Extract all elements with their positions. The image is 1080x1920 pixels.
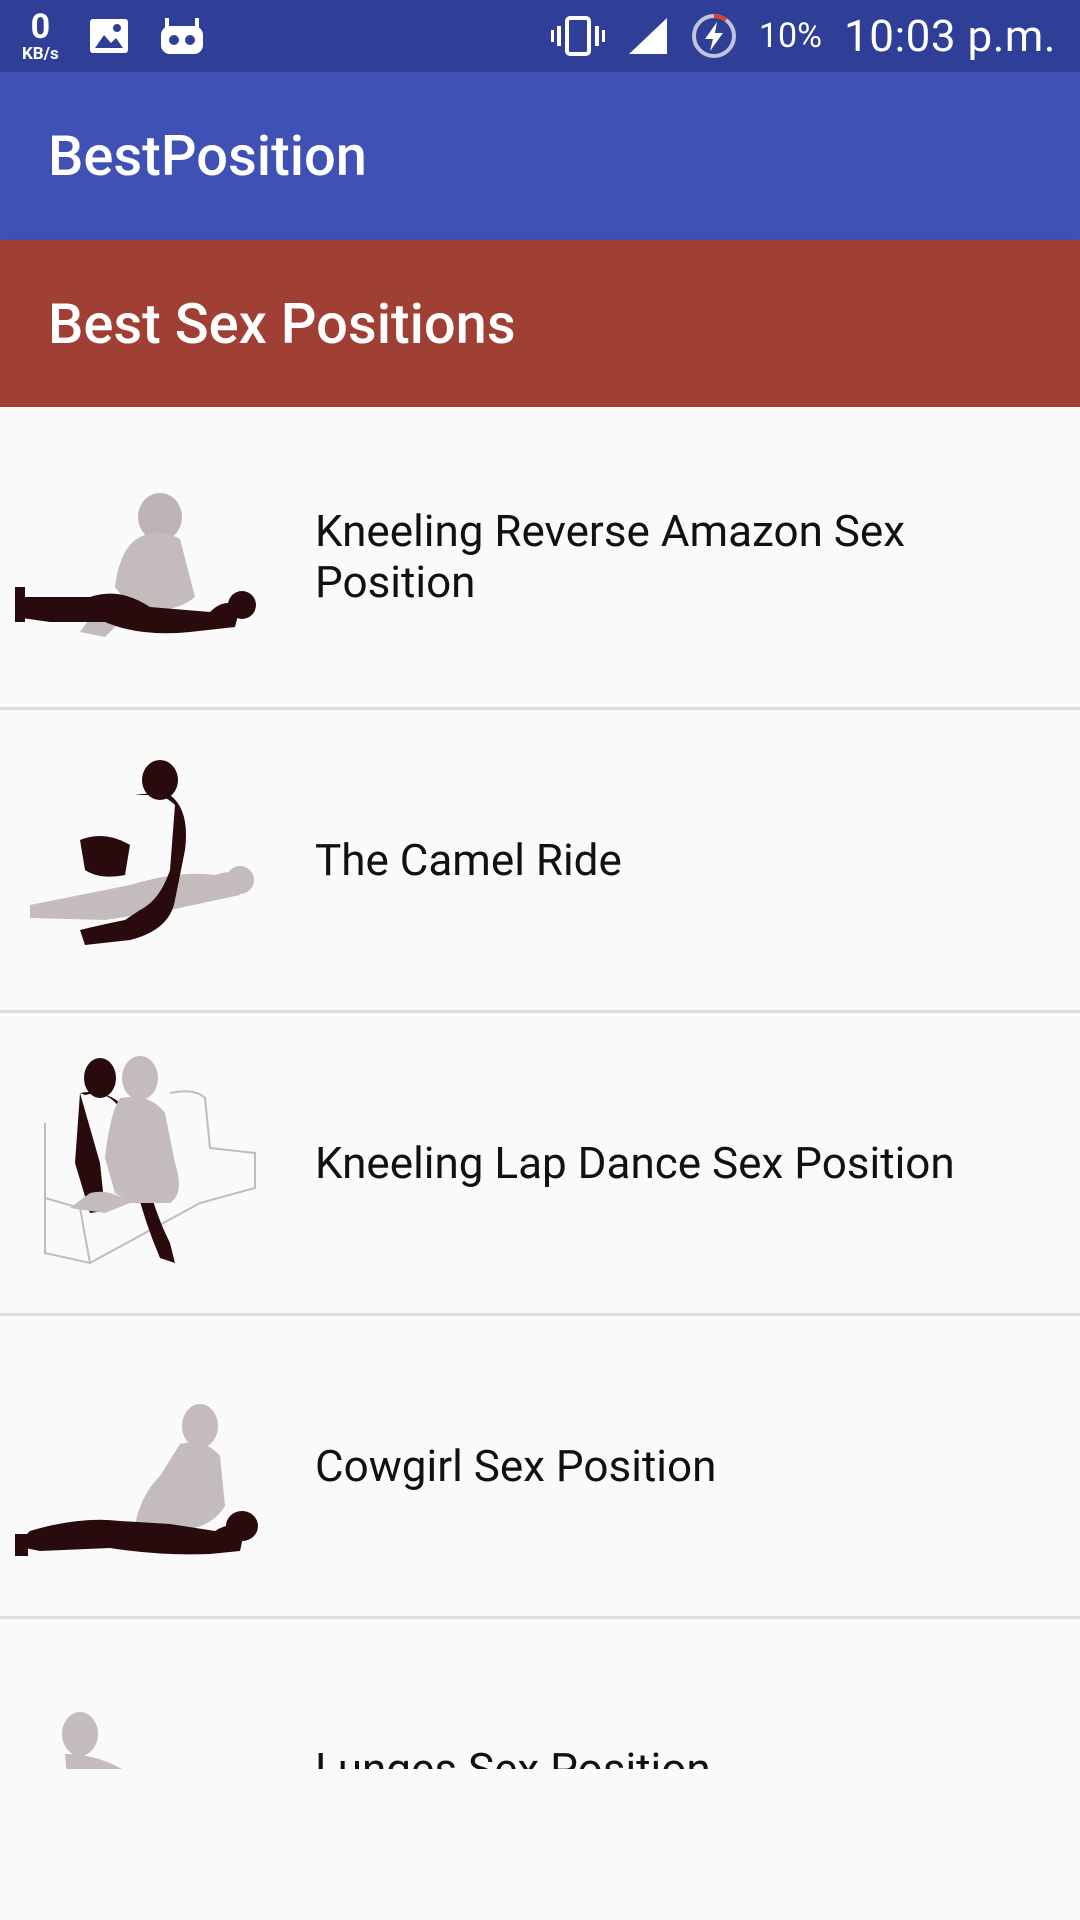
status-right-icons: 10% 10:03 p.m. [550,0,1056,72]
status-bar: 0 KB/s 10% 10:03 p.m. [0,0,1080,72]
battery-percent: 10% [758,16,823,56]
image-icon [89,19,128,53]
robot-icon [160,18,203,54]
battery-charging-icon [691,14,736,58]
app-title: BestPosition [48,123,367,189]
list-item[interactable]: Cowgirl Sex Position [0,1316,1080,1619]
position-illustration [15,493,256,637]
list-item-label: Kneeling Reverse Amazon Sex Position [315,505,906,608]
status-clock: 10:03 p.m. [844,10,1056,62]
list-item[interactable]: Kneeling Lap Dance Sex Position [0,1013,1080,1316]
network-speed: 0 KB/s [22,10,59,63]
signal-icon [628,18,667,54]
list-item[interactable]: Lunges Sex Position [0,1619,1080,1769]
positions-list[interactable]: Kneeling Reverse Amazon Sex Position The… [0,407,1080,1769]
list-item-label: Kneeling Lap Dance Sex Position [315,1136,955,1189]
position-illustration [62,1712,122,1769]
vibrate-icon [550,16,605,56]
app-bar: BestPosition [0,72,1080,240]
position-illustration [44,1056,256,1265]
list-item[interactable]: Kneeling Reverse Amazon Sex Position [0,407,1080,710]
position-illustration [15,1404,258,1556]
network-speed-value: 0 [30,6,51,47]
section-title: Best Sex Positions [48,291,516,357]
bottom-empty-area [0,1769,1080,1920]
status-left-icons: 0 KB/s [22,8,205,64]
list-item-label: Lunges Sex Position [315,1742,711,1769]
list-item-label: Cowgirl Sex Position [315,1439,717,1492]
position-illustration [30,760,254,945]
section-header: Best Sex Positions [0,240,1080,407]
list-item[interactable]: The Camel Ride [0,710,1080,1013]
list-item-label: The Camel Ride [315,833,622,886]
network-speed-unit: KB/s [22,43,59,64]
